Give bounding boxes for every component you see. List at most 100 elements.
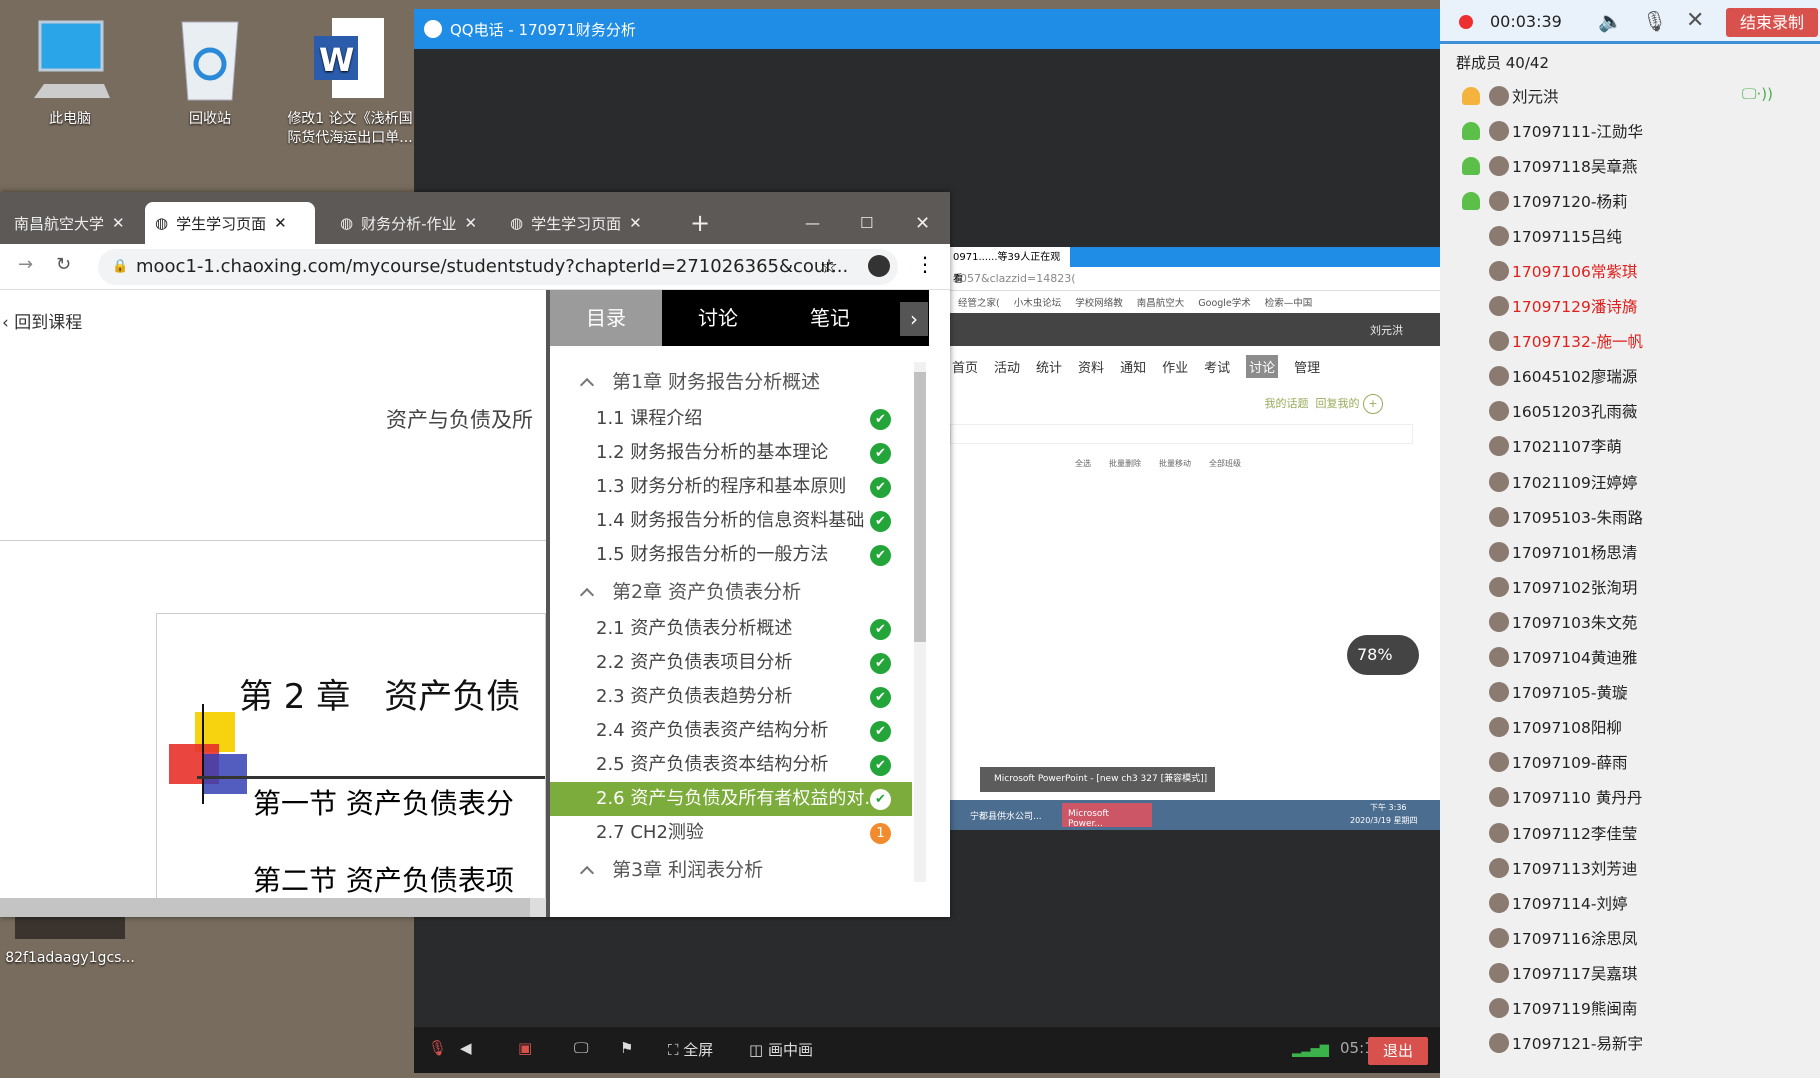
close-tab-icon[interactable]: ✕ xyxy=(274,214,287,232)
member-row[interactable]: 17097101杨思清 xyxy=(1440,534,1800,569)
member-row[interactable]: 17021109汪婷婷 xyxy=(1440,464,1800,499)
recycle-bin-icon xyxy=(170,14,250,104)
member-row[interactable]: 17097114-刘婷 xyxy=(1440,885,1800,920)
member-row[interactable]: 17097132-施一帆 xyxy=(1440,324,1800,359)
toc-item[interactable]: 2.4 资产负债表资产结构分析 ✔ xyxy=(550,714,912,748)
toc-item[interactable]: 1.2 财务报告分析的基本理论 ✔ xyxy=(550,436,912,470)
member-name: 刘元洪 xyxy=(1512,87,1559,106)
pending-badge-icon: 1 xyxy=(870,823,891,844)
tab-homework[interactable]: ◍ 财务分析-作业 ✕ xyxy=(330,202,487,244)
camera-off-icon[interactable]: ▣ xyxy=(518,1039,532,1057)
toc-item[interactable]: 1.4 财务报告分析的信息资料基础 ✔ xyxy=(550,504,912,538)
profile-icon[interactable] xyxy=(868,255,890,277)
completed-check-icon: ✔ xyxy=(870,789,891,810)
member-row[interactable]: 17021107李萌 xyxy=(1440,429,1800,464)
avatar xyxy=(1489,682,1509,703)
tab-study-2[interactable]: ◍ 学生学习页面 ✕ xyxy=(500,202,652,244)
close-tab-icon[interactable]: ✕ xyxy=(465,214,478,232)
shared-url: 3057&clazzid=14823( xyxy=(950,267,1443,291)
member-row[interactable]: 17097112李佳莹 xyxy=(1440,815,1800,850)
tab-nchu[interactable]: 南昌航空大学 ✕ xyxy=(4,202,135,244)
member-row[interactable]: 17097110 黄丹丹 xyxy=(1440,780,1800,815)
volume-icon[interactable]: 🔈 xyxy=(1598,9,1623,33)
pip-button[interactable]: ◫ 画中画 xyxy=(749,1039,813,1060)
desktop-icon-image[interactable]: 82f1adaagy1gcs... xyxy=(0,915,140,968)
tab-discussion[interactable]: 讨论 xyxy=(662,290,774,346)
shared-user: 刘元洪 xyxy=(1370,324,1403,337)
member-row[interactable]: 17097103朱文苑 xyxy=(1440,604,1800,639)
horizontal-scrollbar[interactable] xyxy=(0,898,546,917)
member-row[interactable]: 17097115吕纯 xyxy=(1440,218,1800,253)
member-row[interactable]: 17097105-黄璇 xyxy=(1440,675,1800,710)
member-row[interactable]: 17097119熊闽南 xyxy=(1440,990,1800,1025)
bookmark-star-icon[interactable]: ☆ xyxy=(820,254,838,278)
toc-chapter[interactable]: 第2章 资产负债表分析 xyxy=(550,572,912,612)
exit-button[interactable]: 退出 xyxy=(1368,1037,1428,1065)
url-input[interactable]: 🔒 mooc1-1.chaoxing.com/mycourse/studentst… xyxy=(98,249,898,285)
menu-icon[interactable]: ⋮ xyxy=(915,252,935,276)
screen-share-icon[interactable]: 🖵 xyxy=(574,1039,588,1057)
toc-item[interactable]: 2.5 资产负债表资本结构分析 ✔ xyxy=(550,748,912,782)
member-row[interactable]: 17097104黄迪雅 xyxy=(1440,640,1800,675)
toc-chapter[interactable]: 第1章 财务报告分析概述 xyxy=(550,362,912,402)
close-window-button[interactable]: ✕ xyxy=(905,202,940,244)
toc-item[interactable]: 2.7 CH2测验 1 xyxy=(550,816,912,850)
new-tab-button[interactable]: + xyxy=(680,202,720,244)
toc-scrollbar[interactable] xyxy=(914,362,926,882)
desktop-icon-recycle-bin[interactable]: 回收站 xyxy=(155,14,265,129)
member-row[interactable]: 17097117吴嘉琪 xyxy=(1440,955,1800,990)
microphone-icon[interactable]: 🎙 xyxy=(1642,9,1667,33)
speaker-icon[interactable]: ◀ xyxy=(460,1039,472,1057)
member-row[interactable]: 17097113刘芳迪 xyxy=(1440,850,1800,885)
tab-study-active[interactable]: ◍ 学生学习页面 ✕ xyxy=(145,202,315,244)
member-row[interactable]: 17097118吴章燕 xyxy=(1440,148,1800,183)
member-row[interactable]: 17097109-薛雨 xyxy=(1440,745,1800,780)
tab-notes[interactable]: 笔记 xyxy=(774,290,886,346)
toc-item[interactable]: 1.3 财务分析的程序和基本原则 ✔ xyxy=(550,470,912,504)
member-row[interactable]: 17097111-江勋华 xyxy=(1440,113,1800,148)
toc-item[interactable]: 2.6 资产与负债及所有者权益的对... ✔ xyxy=(550,782,912,816)
shared-bookmarks: 经管之家(小木虫论坛 学校网络教 南昌航空大 Google学术 检索—中国 xyxy=(950,291,1443,313)
sidebar-next-button[interactable]: › xyxy=(900,302,928,336)
maximize-button[interactable]: ☐ xyxy=(850,202,883,244)
completed-check-icon: ✔ xyxy=(870,409,891,430)
end-recording-button[interactable]: 结束录制 xyxy=(1726,8,1818,37)
shared-filter: 全选 xyxy=(1075,459,1091,468)
back-to-course-link[interactable]: ‹ 回到课程 xyxy=(2,308,82,333)
toc-item[interactable]: 1.1 课程介绍 ✔ xyxy=(550,402,912,436)
globe-icon: ◍ xyxy=(510,214,524,232)
avatar xyxy=(1489,1033,1509,1054)
toc-item[interactable]: 2.2 资产负债表项目分析 ✔ xyxy=(550,646,912,680)
forward-button[interactable]: → xyxy=(18,254,33,275)
mic-muted-icon[interactable]: 🎙 xyxy=(428,1039,447,1057)
member-row[interactable]: 17097102张洵玥 xyxy=(1440,569,1800,604)
member-row[interactable]: 17097108阳柳 xyxy=(1440,710,1800,745)
toc-item[interactable]: 1.5 财务报告分析的一般方法 ✔ xyxy=(550,538,912,572)
member-row[interactable]: 17097116涂思凤 xyxy=(1440,920,1800,955)
presenter-icon[interactable]: ⚑ xyxy=(620,1039,633,1057)
desktop-icon-word-doc[interactable]: W 修改1 论文《浅析国际货代海运出口单... xyxy=(285,14,415,148)
desktop-icon-this-pc[interactable]: 此电脑 xyxy=(15,14,125,129)
member-row[interactable]: 16051203孔雨薇 xyxy=(1440,394,1800,429)
close-tab-icon[interactable]: ✕ xyxy=(629,214,642,232)
member-row[interactable]: 17095103-朱雨路 xyxy=(1440,499,1800,534)
toc-chapter[interactable]: 第3章 利润表分析 xyxy=(550,850,912,886)
member-row[interactable]: 17097121-易新宇 xyxy=(1440,1026,1800,1061)
toc-item[interactable]: 2.1 资产负债表分析概述 ✔ xyxy=(550,612,912,646)
toc-item[interactable]: 2.3 资产负债表趋势分析 ✔ xyxy=(550,680,912,714)
member-row[interactable]: 17097129潘诗旖 xyxy=(1440,289,1800,324)
minimize-button[interactable]: — xyxy=(795,202,830,244)
avatar xyxy=(1489,225,1509,246)
close-tab-icon[interactable]: ✕ xyxy=(112,214,125,232)
member-row[interactable]: 17097106常紫琪 xyxy=(1440,253,1800,288)
table-of-contents: 第1章 财务报告分析概述 1.1 课程介绍 ✔ 1.2 财务报告分析的基本理论 ✔ 1.3… xyxy=(550,346,912,886)
reload-button[interactable]: ↻ xyxy=(56,254,71,275)
member-row[interactable]: 17097120-杨莉 xyxy=(1440,183,1800,218)
fullscreen-button[interactable]: ⛶ 全屏 xyxy=(668,1039,713,1060)
toc-item-label: 1.2 财务报告分析的基本理论 xyxy=(596,442,829,463)
close-icon[interactable]: ✕ xyxy=(1686,8,1704,33)
member-row[interactable]: 16045102廖瑞源 xyxy=(1440,359,1800,394)
tab-catalog[interactable]: 目录 xyxy=(550,290,662,346)
avatar xyxy=(1489,576,1509,597)
toc-item-label: 2.7 CH2测验 xyxy=(596,822,704,843)
